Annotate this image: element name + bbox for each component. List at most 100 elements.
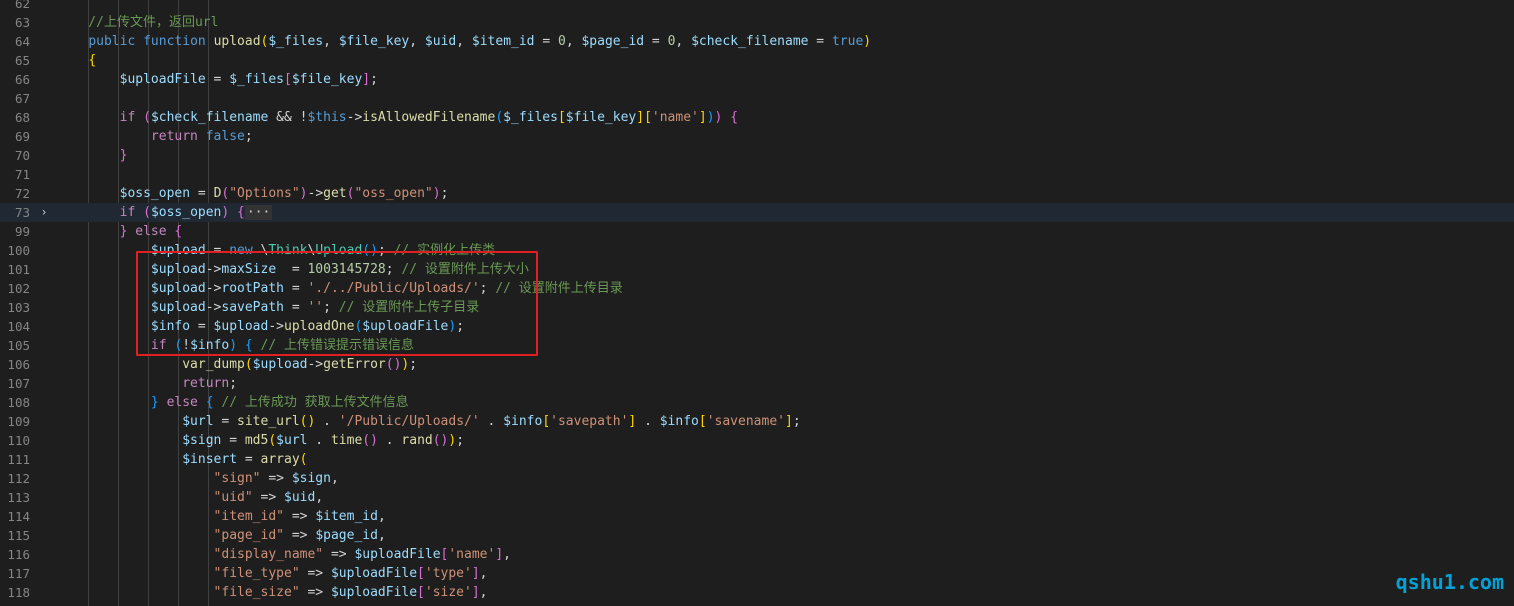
code-text: } else { bbox=[57, 222, 183, 241]
code-token: ] bbox=[471, 585, 480, 600]
code-line[interactable]: 112 "sign" => $sign, bbox=[0, 469, 1514, 488]
code-token: 0 bbox=[558, 34, 566, 49]
code-text: public function upload($_files, $file_ke… bbox=[57, 32, 871, 51]
chevron-right-icon[interactable]: › bbox=[38, 203, 50, 222]
line-number: 112 bbox=[7, 471, 30, 486]
code-line[interactable]: 68 if ($check_filename && !$this->isAllo… bbox=[0, 108, 1514, 127]
code-token: = bbox=[808, 34, 832, 49]
code-token: "display_name" bbox=[213, 547, 324, 562]
code-token: "file_size" bbox=[213, 585, 300, 600]
code-token: ( bbox=[143, 110, 151, 125]
code-line[interactable]: 69 return false; bbox=[0, 127, 1514, 146]
code-line[interactable]: 64 public function upload($_files, $file… bbox=[0, 32, 1514, 51]
code-line[interactable]: 113 "uid" => $uid, bbox=[0, 488, 1514, 507]
code-text: return; bbox=[57, 374, 237, 393]
code-line[interactable]: 109 $url = site_url() . '/Public/Uploads… bbox=[0, 412, 1514, 431]
line-number: 116 bbox=[7, 547, 30, 562]
code-text: $oss_open = D("Options")->get("oss_open"… bbox=[57, 184, 449, 203]
code-token: ] bbox=[471, 566, 480, 581]
line-number: 62 bbox=[14, 0, 30, 11]
code-line[interactable]: 108 } else { // 上传成功 获取上传文件信息 bbox=[0, 393, 1514, 412]
code-text: "display_name" => $uploadFile['name'], bbox=[57, 545, 511, 564]
code-token: ; bbox=[792, 414, 801, 429]
code-line[interactable]: 115 "page_id" => $page_id, bbox=[0, 526, 1514, 545]
code-token: , bbox=[315, 490, 324, 505]
line-number: 118 bbox=[7, 585, 30, 600]
code-token: [ bbox=[417, 566, 425, 581]
line-number: 104 bbox=[7, 319, 30, 334]
code-editor[interactable]: 62 63 //上传文件，返回url 64 public function uplo… bbox=[0, 0, 1514, 606]
code-token: ] bbox=[495, 547, 504, 562]
code-text: //上传文件，返回url bbox=[57, 13, 218, 32]
code-token: [ bbox=[698, 414, 707, 429]
code-token: // 上传成功 获取上传文件信息 bbox=[221, 395, 409, 410]
code-token: else bbox=[135, 224, 167, 239]
code-text: { bbox=[57, 51, 96, 70]
code-token: . bbox=[479, 414, 504, 429]
code-line[interactable]: 106 var_dump($upload->getError()); bbox=[0, 355, 1514, 374]
code-token: if bbox=[119, 205, 136, 220]
code-token: $sign bbox=[182, 433, 222, 448]
code-token: "item_id" bbox=[213, 509, 284, 524]
code-line[interactable]: 110 $sign = md5($url . time() . rand()); bbox=[0, 431, 1514, 450]
line-number: 100 bbox=[7, 243, 30, 258]
line-number: 117 bbox=[7, 566, 30, 581]
line-number: 65 bbox=[14, 53, 30, 68]
code-token: { bbox=[174, 224, 183, 239]
code-line[interactable]: 116 "display_name" => $uploadFile['name'… bbox=[0, 545, 1514, 564]
code-line[interactable]: 70 } bbox=[0, 146, 1514, 165]
code-line[interactable]: 118 "file_size" => $uploadFile['size'], bbox=[0, 583, 1514, 602]
code-line[interactable]: 107 return; bbox=[0, 374, 1514, 393]
code-token: "uid" bbox=[213, 490, 253, 505]
code-text: } bbox=[57, 146, 128, 165]
code-line[interactable]: 62 bbox=[0, 0, 1514, 13]
code-token: $url bbox=[182, 414, 214, 429]
line-number: 71 bbox=[14, 167, 30, 182]
line-number: 114 bbox=[7, 509, 30, 524]
line-number: 72 bbox=[14, 186, 30, 201]
code-token: ; bbox=[409, 357, 418, 372]
code-line[interactable]: 67 bbox=[0, 89, 1514, 108]
code-token: . bbox=[315, 414, 339, 429]
code-token: $this bbox=[307, 110, 347, 125]
code-token: => bbox=[284, 509, 316, 524]
code-token: 'type' bbox=[424, 566, 472, 581]
folded-region-ellipsis[interactable]: ··· bbox=[244, 205, 273, 220]
code-token: . bbox=[307, 433, 331, 448]
code-token: && ! bbox=[268, 110, 308, 125]
code-line[interactable]: 63 //上传文件，返回url bbox=[0, 13, 1514, 32]
code-token: return bbox=[182, 376, 230, 391]
code-text: "file_size" => $uploadFile['size'], bbox=[57, 583, 488, 602]
code-line[interactable]: 65 { bbox=[0, 51, 1514, 70]
code-line[interactable]: 117 "file_type" => $uploadFile['type'], bbox=[0, 564, 1514, 583]
code-token: () bbox=[432, 433, 449, 448]
code-line[interactable]: 66 $uploadFile = $_files[$file_key]; bbox=[0, 70, 1514, 89]
code-line[interactable]: 111 $insert = array( bbox=[0, 450, 1514, 469]
code-token: , bbox=[323, 34, 339, 49]
code-token: = bbox=[205, 72, 230, 87]
code-text: "page_id" => $page_id, bbox=[57, 526, 386, 545]
code-token: $uploadFile bbox=[330, 566, 418, 581]
code-line[interactable]: 73 › if ($oss_open) {··· bbox=[0, 203, 1514, 222]
code-token: => bbox=[252, 490, 284, 505]
line-number: 102 bbox=[7, 281, 30, 296]
code-line[interactable]: 71 bbox=[0, 165, 1514, 184]
code-line[interactable]: 99 } else { bbox=[0, 222, 1514, 241]
code-line[interactable]: 114 "item_id" => $item_id, bbox=[0, 507, 1514, 526]
code-token: { bbox=[88, 53, 97, 68]
code-token: { bbox=[205, 395, 214, 410]
code-token: site_url bbox=[237, 414, 300, 429]
code-token: $check_filename bbox=[150, 110, 269, 125]
code-token: ] bbox=[362, 72, 371, 87]
code-text: "file_type" => $uploadFile['type'], bbox=[57, 564, 488, 583]
code-text: "sign" => $sign, bbox=[57, 469, 339, 488]
code-line[interactable]: 72 $oss_open = D("Options")->get("oss_op… bbox=[0, 184, 1514, 203]
line-number: 66 bbox=[14, 72, 30, 87]
code-token: "file_type" bbox=[213, 566, 300, 581]
code-token: $uploadFile bbox=[330, 585, 418, 600]
